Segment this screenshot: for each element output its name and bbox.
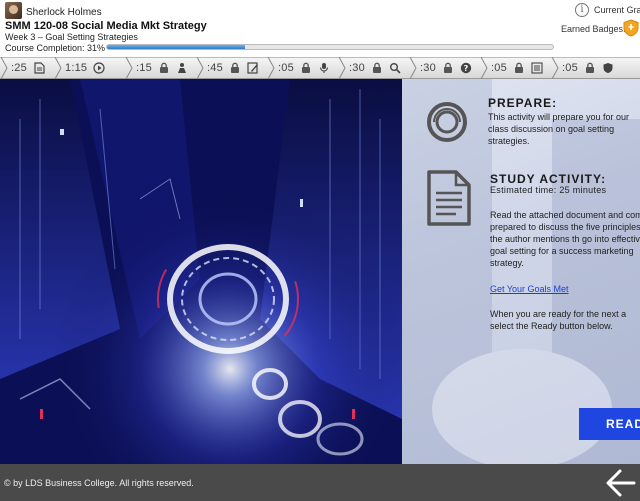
back-arrow-icon[interactable] <box>604 466 638 500</box>
avatar[interactable] <box>5 2 22 19</box>
question-icon: ? <box>460 62 472 74</box>
timeline-chevron-icon <box>551 57 559 79</box>
timeline-step-time: :05 <box>562 62 578 74</box>
course-header: Sherlock Holmes SMM 120-08 Social Media … <box>0 0 640 57</box>
app-window: Sherlock Holmes SMM 120-08 Social Media … <box>0 0 640 501</box>
week-label: Week 3 – Goal Setting Strategies <box>5 32 138 42</box>
timeline-chevron-icon <box>267 57 275 79</box>
lock-icon <box>230 62 239 73</box>
current-grade-label[interactable]: Current Gra <box>594 5 640 15</box>
timeline-chevron-icon <box>0 57 8 79</box>
ready-button[interactable]: READ <box>579 408 640 440</box>
timeline-chevron-icon <box>480 57 488 79</box>
play-icon <box>93 62 105 74</box>
activity-timeline: :25 1:15:15:45:05:30:30?:05:05 <box>0 57 640 79</box>
earned-badges-label: Earned Badges: <box>561 24 626 34</box>
prepare-title: PREPARE: <box>488 96 558 110</box>
svg-text:?: ? <box>464 64 469 73</box>
lock-icon <box>159 62 168 73</box>
timeline-step-time: :15 <box>136 62 152 74</box>
lock-icon <box>443 62 452 73</box>
course-progress-bar <box>106 44 554 50</box>
lock-icon <box>372 62 381 73</box>
timeline-step-time: 1:15 <box>65 62 88 74</box>
timeline-step-3[interactable]: :15 <box>125 57 196 79</box>
lock-icon <box>585 62 594 73</box>
course-progress-fill <box>107 45 246 49</box>
timeline-chevron-icon <box>409 57 417 79</box>
timeline-step-4[interactable]: :45 <box>196 57 267 79</box>
timeline-step-7[interactable]: :30? <box>409 57 480 79</box>
timeline-step-6[interactable]: :30 <box>338 57 409 79</box>
study-instructions: Read the attached document and come prep… <box>490 210 640 268</box>
pencil-icon <box>247 62 258 74</box>
timeline-step-time: :05 <box>278 62 294 74</box>
checklist-icon <box>531 62 543 74</box>
timeline-step-time: :05 <box>491 62 507 74</box>
person-icon <box>177 63 186 73</box>
timeline-step-1[interactable]: :25 <box>0 57 54 79</box>
completion-label: Course Completion: 31% <box>5 43 106 53</box>
course-title: SMM 120-08 Social Media Mkt Strategy <box>5 20 207 32</box>
timeline-chevron-icon <box>125 57 133 79</box>
get-your-goals-met-link[interactable]: Get Your Goals Met <box>490 284 569 294</box>
lock-icon <box>301 62 310 73</box>
footer: © by LDS Business College. All rights re… <box>0 464 640 501</box>
prepare-text: This activity will prepare you for our c… <box>488 112 630 146</box>
hero-image <box>0 79 402 464</box>
timeline-step-2[interactable]: 1:15 <box>54 57 125 79</box>
document-icon <box>34 62 45 74</box>
document-icon <box>427 170 471 226</box>
user-name: Sherlock Holmes <box>26 7 102 18</box>
activity-content: PREPARE: This activity will prepare you … <box>0 79 640 464</box>
timeline-step-time: :25 <box>11 62 27 74</box>
timeline-step-time: :30 <box>420 62 436 74</box>
badge-shield-icon[interactable] <box>623 19 639 37</box>
timeline-step-8[interactable]: :05 <box>480 57 551 79</box>
microphone-icon <box>319 63 328 73</box>
shield-icon <box>603 63 613 73</box>
timeline-chevron-icon <box>338 57 346 79</box>
timeline-step-5[interactable]: :05 <box>267 57 338 79</box>
timeline-step-9[interactable]: :05 <box>551 57 622 79</box>
info-icon[interactable]: i <box>575 3 589 17</box>
timeline-step-time: :45 <box>207 62 223 74</box>
study-activity-title: STUDY ACTIVITY: <box>490 172 607 186</box>
timeline-chevron-icon <box>196 57 204 79</box>
lock-icon <box>514 62 523 73</box>
search-icon <box>389 63 401 74</box>
ready-instructions: When you are ready for the next a select… <box>490 309 627 331</box>
timeline-chevron-icon <box>54 57 62 79</box>
copyright-text: © by LDS Business College. All rights re… <box>4 478 194 488</box>
activity-panel: PREPARE: This activity will prepare you … <box>402 79 640 464</box>
study-estimated-time: Estimated time: 25 minutes <box>490 185 607 195</box>
prepare-target-icon <box>427 102 467 142</box>
timeline-step-time: :30 <box>349 62 365 74</box>
